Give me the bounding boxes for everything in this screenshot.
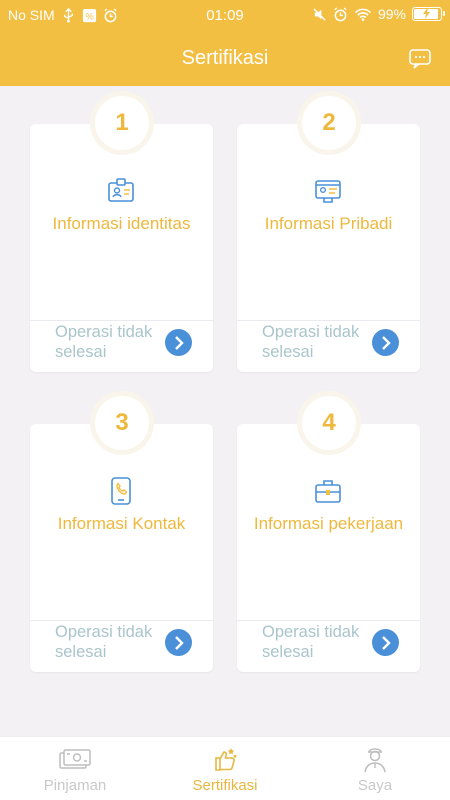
step-status: Operasi tidak selesai <box>262 323 360 361</box>
divider <box>30 320 213 321</box>
step-status: Operasi tidak selesai <box>262 623 360 661</box>
money-icon <box>59 749 91 769</box>
step-number: 4 <box>322 409 336 436</box>
step-card-identity: Informasi identitas Operasi tidak selesa… <box>30 86 213 372</box>
status-right: 99% <box>312 6 445 22</box>
personal-info-icon <box>315 180 341 203</box>
alarm-icon <box>334 6 347 21</box>
step-status: Operasi tidak selesai <box>55 323 153 361</box>
step-title: Informasi Pribadi <box>264 214 393 233</box>
step-status: Operasi tidak selesai <box>55 623 153 661</box>
go-button[interactable] <box>372 329 399 356</box>
step-number: 3 <box>115 409 129 436</box>
go-button[interactable] <box>372 629 399 656</box>
mute-icon <box>313 7 326 21</box>
step-card[interactable]: Informasi pekerjaan Operasi tidak selesa… <box>237 424 420 672</box>
bottom-tab-bar: Pinjaman Sertifikasi Saya <box>0 736 450 800</box>
tab-label: Saya <box>357 777 393 794</box>
step-number: 2 <box>322 109 336 136</box>
step-number-badge: 3 <box>95 396 149 450</box>
battery-percent: 99% <box>377 6 406 22</box>
title-bar: Sertifikasi <box>0 30 450 86</box>
step-card[interactable]: Informasi Pribadi Operasi tidak selesai <box>237 124 420 372</box>
briefcase-icon <box>315 480 341 503</box>
app-header: No SIM % 01:09 99% Sertifikasi <box>0 0 450 86</box>
step-card-contact: Informasi Kontak Operasi tidak selesai 3 <box>30 386 213 672</box>
wifi-icon <box>354 8 372 21</box>
page-title: Sertifikasi <box>181 47 269 69</box>
step-title: Informasi pekerjaan <box>253 514 404 533</box>
step-card[interactable]: Informasi identitas Operasi tidak selesa… <box>30 124 213 372</box>
step-number: 1 <box>115 109 129 136</box>
chevron-right-icon <box>174 635 184 650</box>
step-number-badge: 4 <box>302 396 356 450</box>
go-button[interactable] <box>165 329 192 356</box>
step-title: Informasi identitas <box>52 214 191 233</box>
battery-charging-icon <box>412 7 445 21</box>
certification-steps: Informasi identitas Operasi tidak selesa… <box>0 86 450 736</box>
step-number-badge: 1 <box>95 96 149 150</box>
divider <box>237 320 420 321</box>
charging-bolt-icon <box>423 7 430 19</box>
tab-saya[interactable]: Saya <box>300 737 450 800</box>
step-card-employment: Informasi pekerjaan Operasi tidak selesa… <box>237 386 420 672</box>
chevron-right-icon <box>381 335 391 350</box>
chat-bubble-icon[interactable] <box>408 48 432 70</box>
app-screen: No SIM % 01:09 99% Sertifikasi Informasi… <box>0 0 450 800</box>
tab-pinjaman[interactable]: Pinjaman <box>0 737 150 800</box>
tab-sertifikasi[interactable]: Sertifikasi <box>150 737 300 800</box>
id-card-icon <box>108 178 134 202</box>
divider <box>237 620 420 621</box>
step-number-badge: 2 <box>302 96 356 150</box>
thumbs-up-icon <box>215 748 237 771</box>
chevron-right-icon <box>381 635 391 650</box>
chevron-right-icon <box>174 335 184 350</box>
step-card[interactable]: Informasi Kontak Operasi tidak selesai <box>30 424 213 672</box>
status-bar: No SIM % 01:09 99% <box>0 0 450 30</box>
user-icon <box>364 748 386 773</box>
step-title: Informasi Kontak <box>57 514 186 533</box>
tab-label: Pinjaman <box>43 777 107 794</box>
phone-icon <box>111 477 131 505</box>
step-card-personal: Informasi Pribadi Operasi tidak selesai … <box>237 86 420 372</box>
go-button[interactable] <box>165 629 192 656</box>
tab-label: Sertifikasi <box>192 777 258 794</box>
divider <box>30 620 213 621</box>
